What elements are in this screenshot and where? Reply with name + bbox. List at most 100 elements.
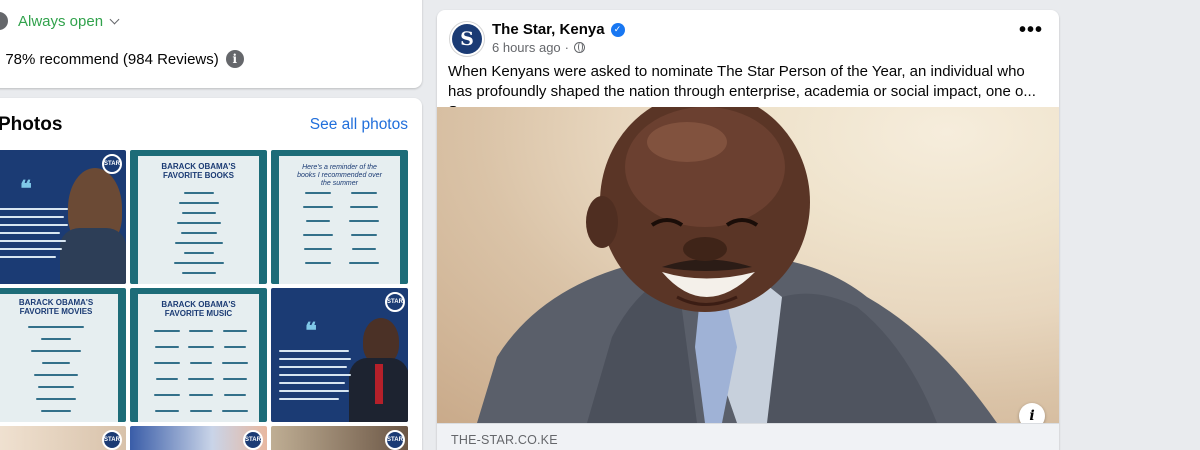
thumb-heading: BARACK OBAMA'S FAVORITE MOVIES	[18, 298, 94, 316]
globe-icon[interactable]	[574, 42, 586, 53]
list-line	[222, 378, 247, 380]
quote-icon: ❝	[305, 318, 317, 344]
list-line	[38, 386, 74, 388]
list-line	[154, 394, 181, 396]
list-line	[154, 330, 181, 332]
more-options-icon[interactable]: •••	[1019, 20, 1043, 40]
photos-card: Photos See all photos ❝ STAR BARACK OBAM…	[0, 98, 422, 450]
photo-thumb-2[interactable]: BARACK OBAMA'S FAVORITE BOOKS	[130, 150, 267, 284]
list-card: BARACK OBAMA'S FAVORITE BOOKS	[138, 156, 259, 284]
list-card: Here's a reminder of the books I recomme…	[279, 156, 400, 284]
list-line	[28, 326, 84, 328]
list-line	[31, 350, 81, 352]
quote-text-line	[279, 382, 345, 384]
quote-text-line	[279, 374, 351, 376]
list-line	[183, 252, 214, 254]
list-line	[350, 234, 377, 236]
star-badge-icon: STAR	[243, 430, 263, 450]
thumb-heading: BARACK OBAMA'S FAVORITE MUSIC	[161, 300, 236, 318]
photo-thumb-3[interactable]: Here's a reminder of the books I recomme…	[271, 150, 408, 284]
post-image[interactable]: i	[437, 107, 1059, 423]
verified-badge-icon: ✓	[610, 22, 625, 37]
post-meta: 6 hours ago ·	[492, 40, 586, 55]
list-line	[348, 220, 379, 222]
tie-shape	[375, 364, 383, 404]
list-line	[302, 206, 333, 208]
clock-icon	[0, 12, 8, 30]
list-line	[174, 242, 223, 244]
list-line	[176, 222, 221, 224]
quote-icon: ❝	[20, 176, 32, 202]
thumb-heading: BARACK OBAMA'S FAVORITE BOOKS	[161, 162, 236, 180]
meta-separator: ·	[564, 40, 570, 55]
chevron-down-icon[interactable]	[109, 14, 120, 24]
quote-text-line	[0, 232, 60, 234]
list-line	[303, 248, 332, 250]
page-name[interactable]: The Star, Kenya ✓	[492, 21, 625, 38]
photo-thumb-1[interactable]: ❝ STAR	[0, 150, 126, 284]
list-line	[42, 362, 70, 364]
list-line	[155, 410, 180, 412]
star-badge-icon: STAR	[385, 430, 405, 450]
list-line	[351, 248, 376, 250]
quote-text-line	[0, 216, 64, 218]
star-badge-icon: STAR	[102, 154, 122, 174]
recommend-row: ★ 78% recommend (984 Reviews) i	[0, 49, 244, 69]
page-name-text[interactable]: The Star, Kenya	[492, 21, 605, 38]
list-line	[223, 394, 246, 396]
list-line	[221, 410, 248, 412]
photo-thumb-6[interactable]: ❝ STAR	[271, 288, 408, 422]
list-line	[187, 346, 214, 348]
post-card: S The Star, Kenya ✓ 6 hours ago · ••• Wh…	[437, 10, 1059, 450]
page-avatar[interactable]: S	[449, 21, 485, 57]
list-line	[183, 192, 214, 194]
photo-thumb-9[interactable]: STAR	[271, 426, 408, 450]
list-line	[223, 346, 246, 348]
star-badge-icon: STAR	[102, 430, 122, 450]
quote-text-line	[0, 256, 56, 258]
link-preview-bar[interactable]: THE-STAR.CO.KE	[437, 423, 1059, 450]
list-line	[350, 192, 377, 194]
list-line	[305, 220, 330, 222]
list-line	[222, 330, 247, 332]
star-logo-icon: S	[452, 24, 482, 54]
photo-thumb-7[interactable]: STAR	[0, 426, 126, 450]
image-info-icon[interactable]: i	[1019, 403, 1045, 423]
star-badge-icon: STAR	[385, 292, 405, 312]
photo-thumb-4[interactable]: BARACK OBAMA'S FAVORITE MOVIES	[0, 288, 126, 422]
list-line	[304, 262, 331, 264]
person-suit	[60, 228, 126, 284]
quote-text-line	[279, 350, 349, 352]
list-line	[189, 410, 212, 412]
hours-status[interactable]: Always open	[18, 13, 103, 30]
list-line	[181, 212, 216, 214]
list-line	[189, 362, 212, 364]
list-line	[36, 398, 76, 400]
portrait-illustration	[477, 107, 997, 423]
list-line	[187, 378, 214, 380]
hours-row[interactable]: Always open	[0, 12, 120, 30]
link-domain[interactable]: THE-STAR.CO.KE	[451, 433, 558, 447]
see-all-photos-link[interactable]: See all photos	[310, 116, 408, 134]
list-line	[348, 262, 379, 264]
list-card: BARACK OBAMA'S FAVORITE MOVIES	[0, 294, 118, 422]
list-line	[188, 330, 213, 332]
list-line	[304, 192, 331, 194]
thumb-heading: Here's a reminder of the books I recomme…	[297, 164, 382, 187]
photo-thumb-5[interactable]: BARACK OBAMA'S FAVORITE MUSIC	[130, 288, 267, 422]
photo-thumb-8[interactable]: STAR	[130, 426, 267, 450]
recommend-text: 78% recommend (984 Reviews)	[5, 50, 219, 68]
list-card: BARACK OBAMA'S FAVORITE MUSIC	[138, 294, 259, 422]
info-icon[interactable]: i	[225, 50, 244, 68]
post-body: When Kenyans were asked to nominate The …	[448, 63, 1036, 100]
list-line	[154, 362, 181, 364]
list-line	[156, 378, 179, 380]
page-info-card: Always open ★ 78% recommend (984 Reviews…	[0, 0, 422, 88]
list-line	[41, 338, 71, 340]
quote-text-line	[0, 240, 66, 242]
list-line	[221, 362, 248, 364]
list-line	[41, 410, 71, 412]
post-time[interactable]: 6 hours ago	[492, 40, 561, 55]
quote-text-line	[279, 366, 347, 368]
list-line	[180, 232, 217, 234]
